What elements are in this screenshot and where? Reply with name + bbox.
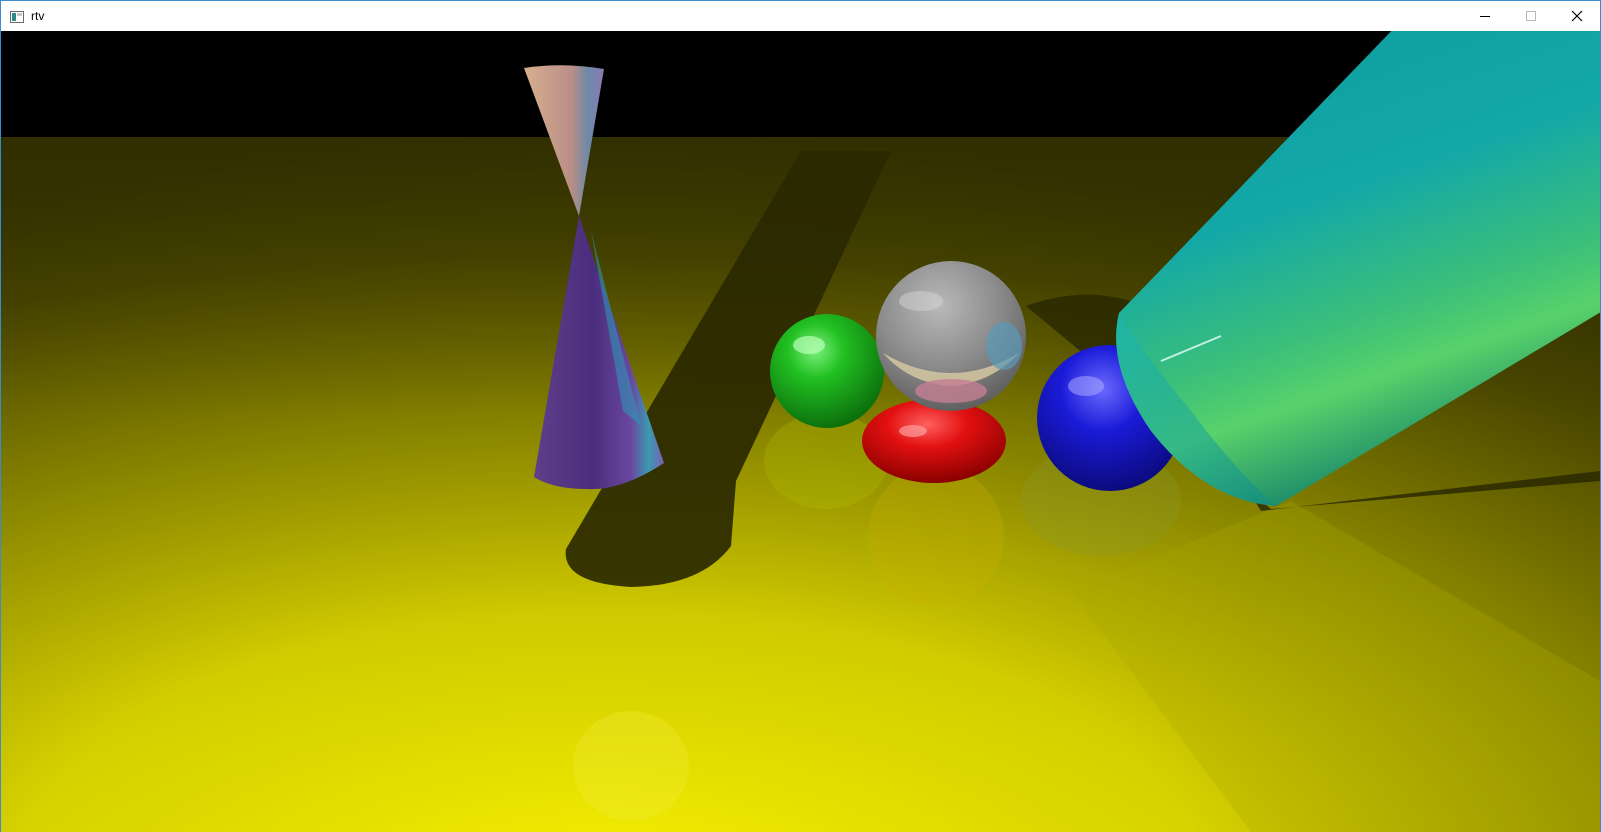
grey-glass-sphere bbox=[876, 261, 1026, 411]
red-sphere bbox=[862, 399, 1006, 483]
close-icon bbox=[1571, 10, 1583, 22]
render-viewport[interactable] bbox=[1, 31, 1600, 832]
maximize-button[interactable] bbox=[1508, 1, 1554, 31]
app-window: rtv bbox=[0, 0, 1601, 832]
maximize-icon bbox=[1526, 11, 1536, 21]
green-sphere bbox=[770, 314, 884, 428]
title-bar[interactable]: rtv bbox=[1, 1, 1600, 31]
rendered-scene bbox=[1, 31, 1600, 832]
minimize-icon bbox=[1480, 16, 1490, 17]
close-button[interactable] bbox=[1554, 1, 1600, 31]
window-controls bbox=[1462, 1, 1600, 31]
minimize-button[interactable] bbox=[1462, 1, 1508, 31]
window-title: rtv bbox=[31, 9, 45, 23]
app-window-icon bbox=[10, 10, 24, 23]
